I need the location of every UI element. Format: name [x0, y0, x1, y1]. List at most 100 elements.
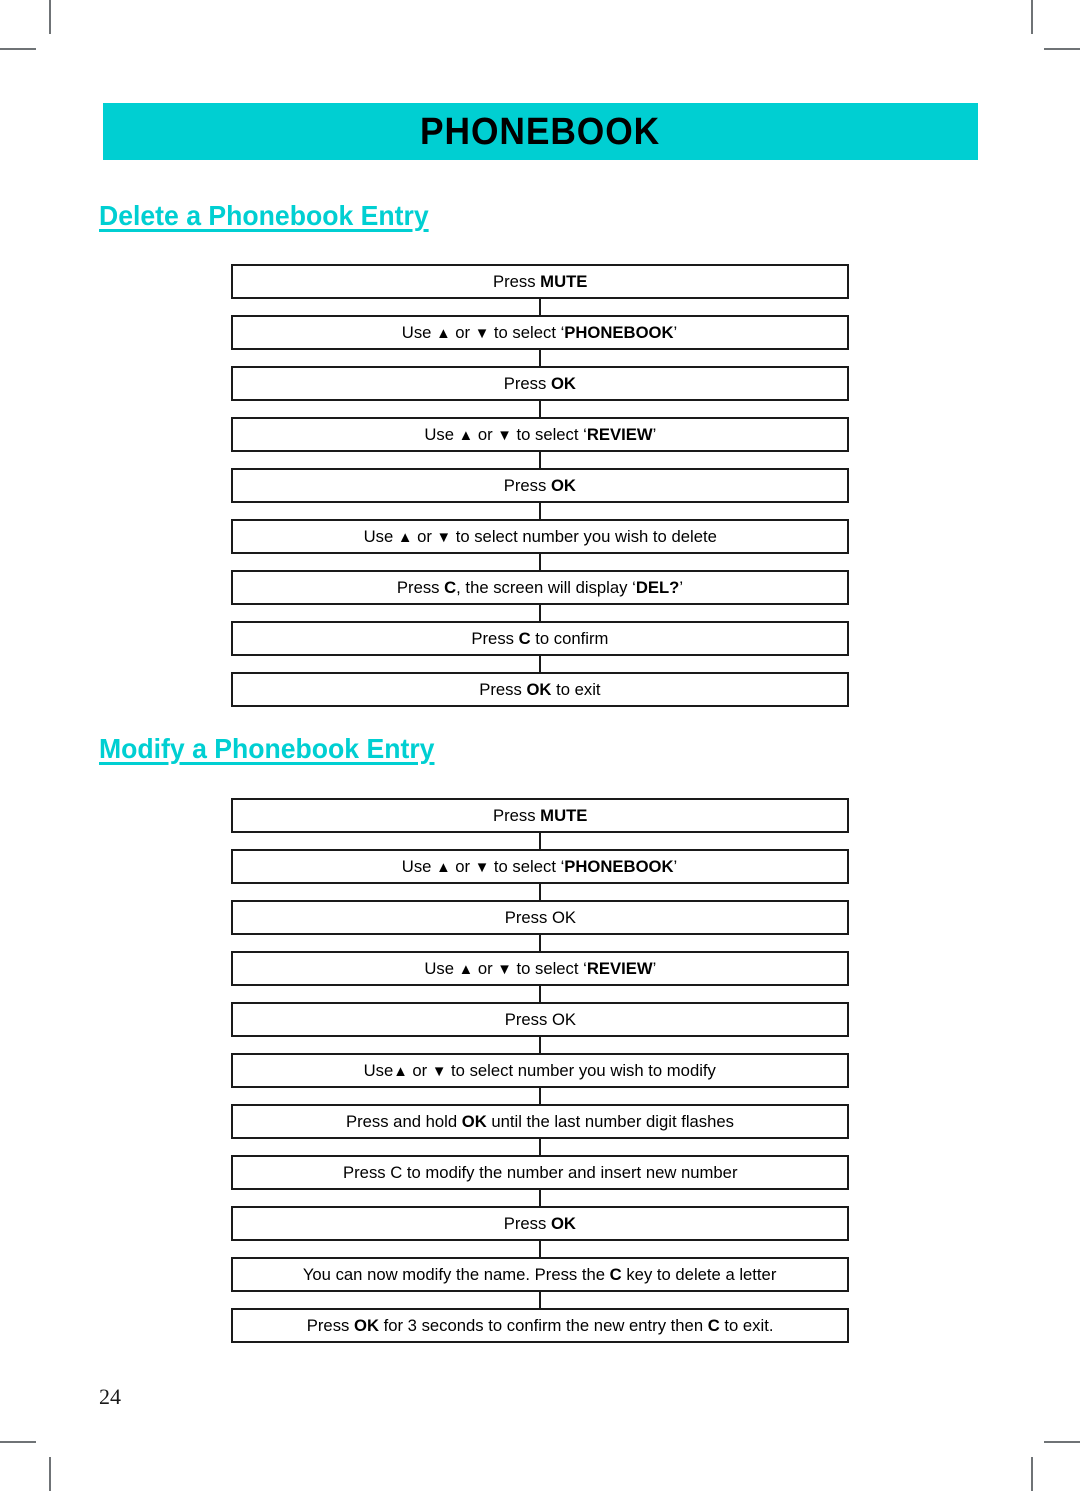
flow-connector [539, 1037, 541, 1053]
flow-step-keyword: C [610, 1265, 623, 1284]
flow-step-box: Press OK [231, 1206, 849, 1241]
flow-connector [539, 299, 541, 315]
flow-step-keyword: OK [461, 1112, 487, 1131]
flow-step-box: Press OK [231, 1002, 849, 1037]
flow-step-word: to select ‘ [511, 425, 587, 444]
flow-step-box: Press C to modify the number and insert … [231, 1155, 849, 1190]
flow-step: Use ▲ or ▼ to select ‘REVIEW’ [231, 951, 849, 986]
flow-step-word: Press [503, 1214, 552, 1233]
flow-step-word: or [472, 959, 497, 978]
flow-step: Press OK [231, 900, 849, 935]
flow-step-word: Press [396, 578, 445, 597]
flow-step: Press OK [231, 366, 849, 401]
flow-step-word: or [451, 323, 476, 342]
flow-step-box: Press and hold OK until the last number … [231, 1104, 849, 1139]
flow-step-keyword: REVIEW [586, 425, 653, 444]
flow-step: Press OK [231, 468, 849, 503]
flow-step-word: key to delete a letter [622, 1265, 777, 1284]
flow-connector [539, 833, 541, 849]
flow-step: Press OK [231, 1002, 849, 1037]
flow-step: Press C to modify the number and insert … [231, 1155, 849, 1190]
flow-step-text: Press MUTE [493, 273, 587, 290]
flow-step-word: Press [503, 374, 552, 393]
down-arrow-icon: ▼ [496, 427, 512, 444]
down-arrow-icon: ▼ [475, 859, 490, 876]
section-heading-modify: Modify a Phonebook Entry [99, 733, 435, 764]
up-arrow-icon: ▲ [436, 859, 452, 876]
flow-connector [539, 401, 541, 417]
flow-step-box: Press OK [231, 366, 849, 401]
flowchart-delete-phonebook-entry: Press MUTE Use ▲ or ▼ to select ‘PHONEBOO… [231, 264, 849, 707]
flow-step-text: Press OK [504, 909, 575, 926]
flow-step-box: You can now modify the name. Press the C… [231, 1257, 849, 1292]
flow-connector [539, 656, 541, 672]
flow-step-box: Use ▲ or ▼ to select ‘REVIEW’ [231, 417, 849, 452]
flow-step-box: Use ▲ or ▼ to select number you wish to … [231, 519, 849, 554]
flow-step-keyword: PHONEBOOK [564, 323, 674, 342]
down-arrow-icon: ▼ [432, 1063, 447, 1080]
flow-step: Press C to confirm [231, 621, 849, 656]
flow-step-word: to select number you wish to delete [450, 527, 717, 546]
up-arrow-icon: ▲ [458, 961, 473, 978]
flow-step: Press MUTE [231, 798, 849, 833]
flow-connector [539, 554, 541, 570]
flow-connector [539, 1088, 541, 1104]
flow-step-word: ’ [652, 425, 656, 444]
flow-connector [539, 1139, 541, 1155]
flow-step: Use ▲ or ▼ to select number you wish to … [231, 519, 849, 554]
manual-page: PHONEBOOK Delete a Phonebook Entry Press… [0, 0, 1080, 1491]
flow-connector [539, 1241, 541, 1257]
flow-step-keyword: C [707, 1316, 720, 1335]
flow-step-word: Press [479, 680, 527, 699]
flow-step-text: Press C, the screen will display ‘DEL?’ [397, 579, 683, 596]
flow-step-keyword: MUTE [539, 806, 588, 825]
flow-step-word: or [472, 425, 497, 444]
flow-step-word: , the screen will display ‘ [456, 578, 636, 597]
down-arrow-icon: ▼ [436, 529, 451, 546]
flow-connector [539, 935, 541, 951]
flow-connector [539, 452, 541, 468]
flow-step-keyword: OK [551, 374, 577, 393]
flow-step-text: Press OK [504, 477, 576, 494]
flow-step-word: Use [402, 323, 437, 342]
flow-step-keyword: PHONEBOOK [564, 857, 674, 876]
up-arrow-icon: ▲ [436, 325, 452, 342]
flow-step-text: Press OK [504, 1215, 576, 1232]
page-number: 24 [99, 1384, 121, 1409]
flow-step-box: Use ▲ or ▼ to select ‘PHONEBOOK’ [231, 315, 849, 350]
flow-step-word: Press OK [504, 1010, 576, 1029]
flow-step: Use ▲ or ▼ to select ‘PHONEBOOK’ [231, 315, 849, 350]
flow-step-word: Press [471, 629, 519, 648]
flow-step-word: ’ [673, 323, 678, 342]
flow-step-word: or [408, 1061, 433, 1080]
flow-step: Use ▲ or ▼ to select ‘REVIEW’ [231, 417, 849, 452]
flow-step-text: Press OK to exit [479, 681, 600, 698]
flow-step-word: until the last number digit flashes [486, 1112, 735, 1131]
flow-step-keyword: OK [353, 1316, 379, 1335]
flow-step-word: Press C to modify the number and insert … [342, 1163, 738, 1182]
flow-step-box: Press OK for 3 seconds to confirm the ne… [231, 1308, 849, 1343]
flow-step: Press OK for 3 seconds to confirm the ne… [231, 1308, 849, 1343]
up-arrow-icon: ▲ [458, 427, 473, 444]
flow-step-keyword: C [444, 578, 457, 597]
flow-step-keyword: MUTE [539, 272, 588, 291]
flow-step-text: Use ▲ or ▼ to select number you wish to … [363, 528, 716, 545]
flow-step-text: Press and hold OK until the last number … [346, 1113, 734, 1130]
flow-step-word: Use [363, 1061, 394, 1080]
flow-connector [539, 605, 541, 621]
up-arrow-icon: ▲ [393, 1063, 409, 1080]
flow-step-box: Press OK to exit [231, 672, 849, 707]
flow-step-box: Press C, the screen will display ‘DEL?’ [231, 570, 849, 605]
flow-step-box: Press OK [231, 900, 849, 935]
flow-step-text: Press OK [504, 1011, 575, 1028]
flow-step-keyword: OK [526, 680, 552, 699]
flow-step-box: Use ▲ or ▼ to select ‘REVIEW’ [231, 951, 849, 986]
flow-step-word: Use [363, 527, 398, 546]
flow-step-text: Use ▲ or ▼ to select ‘PHONEBOOK’ [402, 324, 677, 341]
flow-step-box: Use▲ or ▼ to select number you wish to m… [231, 1053, 849, 1088]
flow-connector [539, 503, 541, 519]
flow-step-word: Use [402, 857, 437, 876]
flow-step-word: or [451, 857, 476, 876]
flow-step: Use▲ or ▼ to select number you wish to m… [231, 1053, 849, 1088]
flow-step-text: You can now modify the name. Press the C… [303, 1266, 777, 1283]
